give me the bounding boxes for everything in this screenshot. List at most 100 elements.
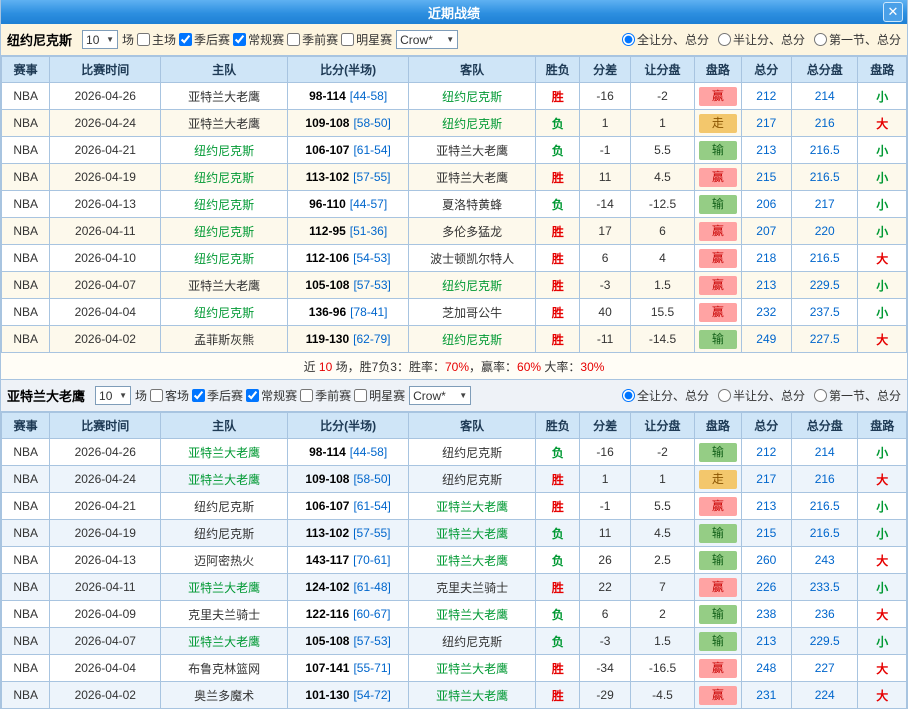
- handicap-result-cell: 赢: [695, 682, 741, 709]
- total-line-cell: 216: [791, 466, 858, 493]
- bookmaker-select[interactable]: Crow* ▼: [396, 30, 458, 49]
- total-cell: 226: [741, 574, 791, 601]
- diff-cell: 17: [580, 218, 630, 245]
- filter-checkbox-0[interactable]: 客场: [147, 387, 189, 404]
- filter-radio-0[interactable]: 全让分、总分: [619, 31, 709, 48]
- checkbox-input[interactable]: [354, 389, 367, 402]
- handicap-cell: -2: [630, 439, 694, 466]
- radio-input[interactable]: [622, 389, 635, 402]
- diff-cell: -1: [580, 493, 630, 520]
- filter-bar: 纽约尼克斯 10 ▼ 场 主场季后赛常规赛季前赛明星赛 Crow* ▼ 全让分、…: [1, 24, 907, 56]
- checkbox-input[interactable]: [300, 389, 313, 402]
- total-line-cell: 214: [791, 83, 858, 110]
- filter-checkbox-0[interactable]: 主场: [134, 31, 176, 48]
- filter-checkbox-1[interactable]: 季后赛: [176, 31, 230, 48]
- filter-checkbox-1[interactable]: 季后赛: [189, 387, 243, 404]
- home-team-cell: 纽约尼克斯: [161, 164, 288, 191]
- handicap-cell: 2.5: [630, 547, 694, 574]
- away-team-cell: 纽约尼克斯: [409, 466, 536, 493]
- home-team-cell: 亚特兰大老鹰: [161, 574, 288, 601]
- handicap-result-cell: 输: [695, 191, 741, 218]
- checkbox-input[interactable]: [150, 389, 163, 402]
- filter-radio-0[interactable]: 全让分、总分: [619, 387, 709, 404]
- total-cell: 207: [741, 218, 791, 245]
- handicap-cell: 5.5: [630, 137, 694, 164]
- away-team-cell: 亚特兰大老鹰: [409, 520, 536, 547]
- radio-input[interactable]: [622, 33, 635, 46]
- filter-radio-1[interactable]: 半让分、总分: [715, 31, 805, 48]
- result-cell: 胜: [536, 83, 580, 110]
- handicap-result-cell: 输: [695, 601, 741, 628]
- date-cell: 2026-04-13: [50, 191, 161, 218]
- score-cell: 143-117[70-61]: [288, 547, 409, 574]
- date-cell: 2026-04-10: [50, 245, 161, 272]
- games-count-select[interactable]: 10 ▼: [82, 30, 118, 49]
- result-cell: 负: [536, 110, 580, 137]
- home-team-cell: 克里夫兰骑士: [161, 601, 288, 628]
- team-section-hawks: 亚特兰大老鹰 10 ▼ 场 客场季后赛常规赛季前赛明星赛 Crow* ▼ 全让分…: [1, 380, 907, 709]
- checkbox-input[interactable]: [341, 33, 354, 46]
- date-cell: 2026-04-04: [50, 299, 161, 326]
- handicap-result-badge: 赢: [699, 222, 737, 241]
- full-score: 98-114: [309, 89, 346, 103]
- away-team-cell: 亚特兰大老鹰: [409, 655, 536, 682]
- filter-checkbox-2[interactable]: 常规赛: [230, 31, 284, 48]
- dialog-title: 近期战绩: [428, 3, 480, 22]
- checkbox-input[interactable]: [287, 33, 300, 46]
- column-header: 主队: [161, 413, 288, 439]
- half-score: [60-67]: [353, 607, 390, 621]
- radio-input[interactable]: [814, 389, 827, 402]
- full-score: 106-107: [305, 143, 349, 157]
- summary-segment: 60%: [517, 360, 541, 374]
- radio-input[interactable]: [718, 389, 731, 402]
- total-cell: 249: [741, 326, 791, 353]
- score-cell: 109-108[58-50]: [288, 110, 409, 137]
- column-header: 比赛时间: [50, 413, 161, 439]
- full-score: 122-116: [306, 607, 349, 621]
- filter-checkbox-2[interactable]: 常规赛: [243, 387, 297, 404]
- handicap-result-cell: 输: [695, 520, 741, 547]
- away-team-cell: 纽约尼克斯: [409, 628, 536, 655]
- away-team-cell: 亚特兰大老鹰: [409, 601, 536, 628]
- summary-segment: 大率：: [541, 360, 580, 374]
- checkbox-input[interactable]: [246, 389, 259, 402]
- column-header: 盘路: [858, 57, 907, 83]
- score-cell: 113-102[57-55]: [288, 520, 409, 547]
- team-name: 纽约尼克斯: [7, 30, 72, 49]
- handicap-result-badge: 输: [699, 330, 737, 349]
- score-cell: 106-107[61-54]: [288, 137, 409, 164]
- filter-radio-2[interactable]: 第一节、总分: [811, 31, 901, 48]
- full-score: 105-108: [305, 634, 349, 648]
- result-cell: 负: [536, 137, 580, 164]
- total-line-cell: 214: [791, 439, 858, 466]
- filter-checkbox-3[interactable]: 季前赛: [284, 31, 338, 48]
- filter-checkbox-4[interactable]: 明星赛: [338, 31, 392, 48]
- checkbox-label: 季后赛: [194, 31, 230, 48]
- checkbox-label: 客场: [165, 387, 189, 404]
- close-button[interactable]: ✕: [883, 2, 903, 22]
- team-section-knicks: 纽约尼克斯 10 ▼ 场 主场季后赛常规赛季前赛明星赛 Crow* ▼ 全让分、…: [1, 24, 907, 380]
- half-score: [54-72]: [353, 688, 390, 702]
- league-cell: NBA: [2, 245, 50, 272]
- checkbox-input[interactable]: [179, 33, 192, 46]
- filter-radio-1[interactable]: 半让分、总分: [715, 387, 805, 404]
- score-cell: 122-116 [60-67]: [288, 601, 409, 628]
- checkbox-input[interactable]: [137, 33, 150, 46]
- date-cell: 2026-04-04: [50, 655, 161, 682]
- games-count-select[interactable]: 10 ▼: [95, 386, 131, 405]
- half-score: [57-55]: [353, 170, 390, 184]
- filter-radio-2[interactable]: 第一节、总分: [811, 387, 901, 404]
- diff-cell: 22: [580, 574, 630, 601]
- checkbox-input[interactable]: [233, 33, 246, 46]
- radio-input[interactable]: [718, 33, 731, 46]
- filter-checkbox-4[interactable]: 明星赛: [351, 387, 405, 404]
- checkbox-input[interactable]: [192, 389, 205, 402]
- columns-row: 赛事比赛时间主队比分(半场)客队胜负分差让分盘盘路总分总分盘盘路: [2, 413, 907, 439]
- bookmaker-select[interactable]: Crow* ▼: [409, 386, 471, 405]
- radio-input[interactable]: [814, 33, 827, 46]
- handicap-cell: -14.5: [630, 326, 694, 353]
- diff-cell: -16: [580, 83, 630, 110]
- filter-checkbox-3[interactable]: 季前赛: [297, 387, 351, 404]
- league-cell: NBA: [2, 628, 50, 655]
- match-row: NBA2026-04-26亚特兰大老鹰98-114[44-58]纽约尼克斯胜-1…: [2, 83, 907, 110]
